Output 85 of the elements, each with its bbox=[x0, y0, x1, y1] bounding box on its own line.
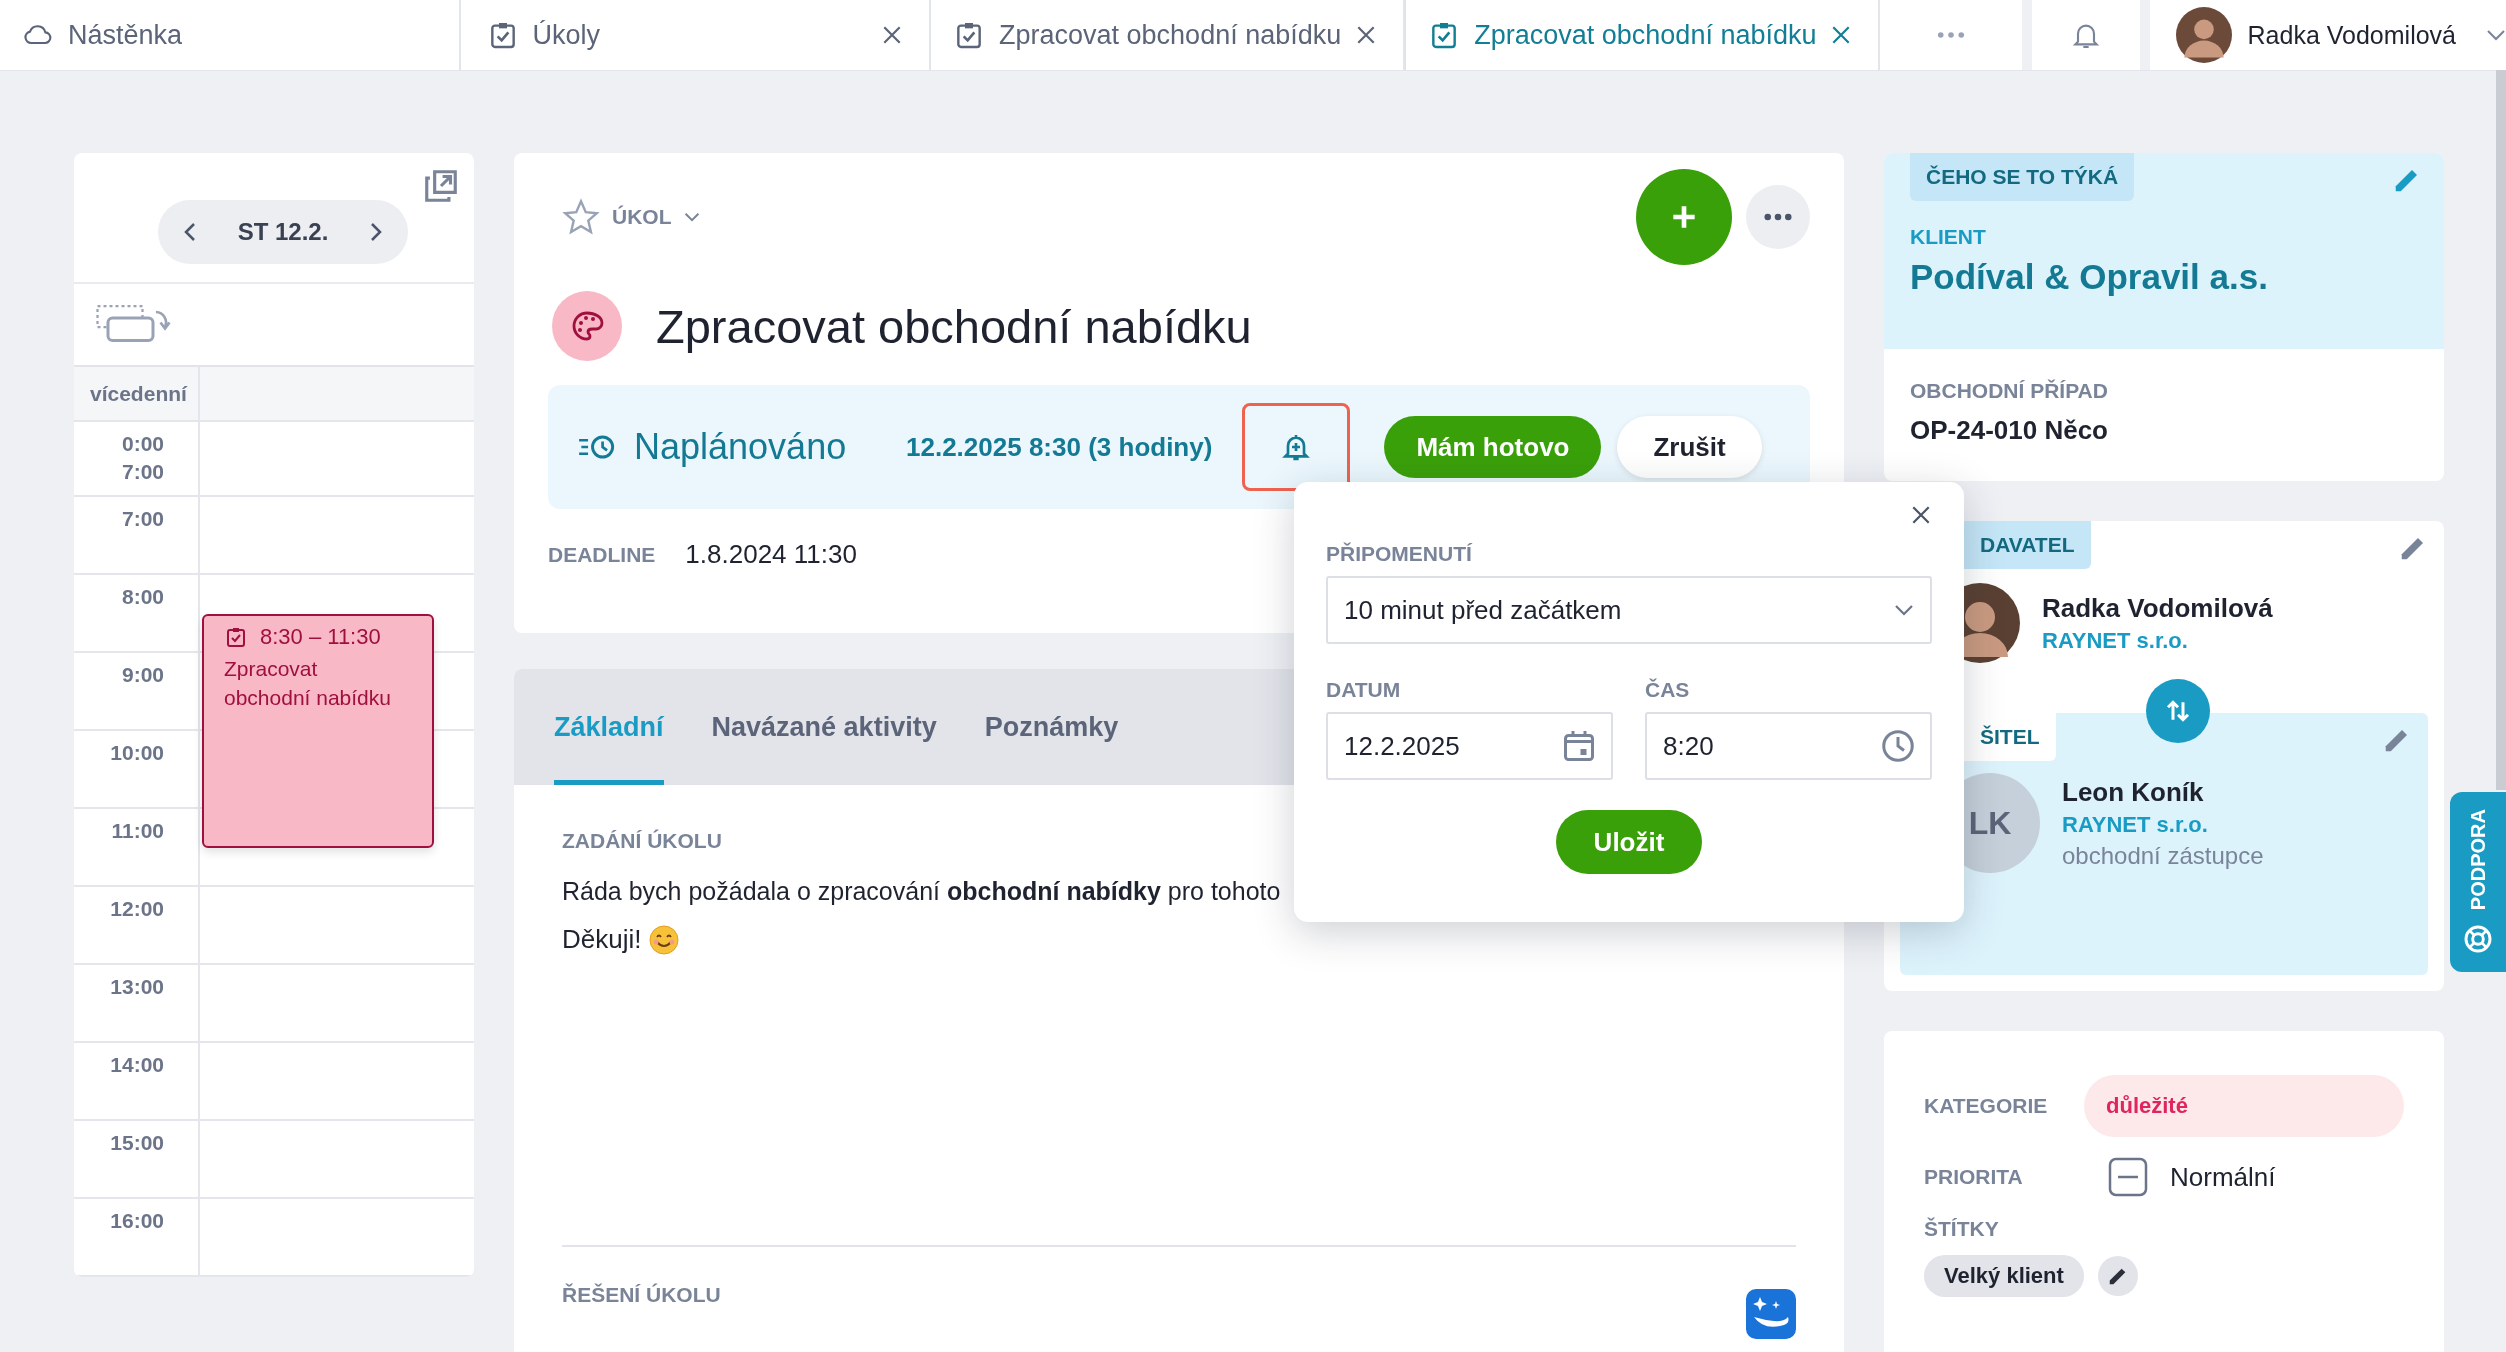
section-label: ŘEŠENÍ ÚKOLU bbox=[562, 1283, 721, 1307]
deadline-value: 1.8.2024 11:30 bbox=[685, 539, 857, 570]
user-name[interactable]: Radka Vodomilová bbox=[2247, 20, 2456, 50]
deadline-label: DEADLINE bbox=[548, 542, 656, 567]
clock-icon[interactable] bbox=[1880, 728, 1916, 764]
date-label: DATUM bbox=[1326, 678, 1402, 702]
person-role: obchodní zástupce bbox=[2062, 841, 2264, 870]
popout-icon[interactable] bbox=[422, 167, 460, 205]
tab[interactable]: Poznámky bbox=[984, 669, 1119, 785]
close-icon[interactable] bbox=[881, 24, 903, 46]
caret-icon[interactable] bbox=[683, 212, 700, 222]
company-name[interactable]: RAYNET s.r.o. bbox=[2042, 627, 2273, 654]
more-icon bbox=[1764, 213, 1792, 221]
client-label: KLIENT bbox=[1910, 225, 1987, 249]
section-tag: ČEHO SE TO TÝKÁ bbox=[1910, 153, 2135, 201]
close-icon[interactable] bbox=[1910, 504, 1932, 526]
hour-label: 9:00 bbox=[121, 662, 164, 688]
hour-label: 10:00 bbox=[110, 740, 164, 766]
time-field[interactable]: 8:20 bbox=[1645, 712, 1932, 780]
hour-label: 15:00 bbox=[110, 1130, 164, 1156]
cancel-button[interactable]: Zrušit bbox=[1617, 416, 1762, 478]
palette-icon bbox=[552, 291, 622, 361]
tab-label[interactable]: Úkoly bbox=[532, 19, 867, 51]
event-time: 8:30 – 11:30 bbox=[260, 624, 381, 650]
save-button[interactable]: Uložit bbox=[1555, 810, 1703, 874]
date-label: ST 12.2. bbox=[237, 218, 329, 247]
scrollbar[interactable] bbox=[2496, 70, 2506, 790]
calendar-event[interactable]: 8:30 – 11:30 Zpracovat obchodní nabídku bbox=[202, 614, 434, 848]
priority-value: Normální bbox=[2170, 1161, 2276, 1193]
tab[interactable]: Nástěnka bbox=[0, 0, 461, 70]
caret-icon bbox=[1894, 604, 1914, 616]
reminder-label: PŘIPOMENUTÍ bbox=[1326, 542, 1474, 566]
avatar-icon bbox=[2175, 7, 2232, 63]
caret-icon bbox=[2486, 29, 2506, 41]
hour-label: 11:00 bbox=[111, 818, 164, 844]
task-icon bbox=[224, 625, 248, 649]
priority-icon bbox=[2108, 1157, 2148, 1197]
hour-label: 14:00 bbox=[110, 1052, 164, 1078]
tab-label[interactable]: Zpracovat obchodní nabídku bbox=[999, 19, 1342, 51]
hour-label: 12:00 bbox=[110, 896, 164, 922]
priority-label: PRIORITA bbox=[1924, 1165, 2024, 1189]
client-name[interactable]: Podíval & Opravil a.s. bbox=[1910, 257, 2422, 297]
deal-value[interactable]: OP-24-010 Něco bbox=[1910, 415, 2418, 446]
tab[interactable]: Úkoly bbox=[460, 0, 931, 70]
ai-assistant-icon[interactable] bbox=[1746, 1289, 1796, 1339]
done-button[interactable]: Mám hotovo bbox=[1384, 416, 1602, 478]
deal-label: OBCHODNÍ PŘÍPAD bbox=[1910, 379, 2109, 403]
hour-label: 16:00 bbox=[110, 1208, 164, 1234]
tag-chip[interactable]: Velký klient bbox=[1924, 1255, 2084, 1297]
assignment-text: Ráda bych požádala o zpracování obchodní nabídky pro tohoto bbox=[562, 877, 1281, 906]
category-label: KATEGORIE bbox=[1924, 1094, 2049, 1118]
more-icon bbox=[1937, 31, 1966, 39]
star-icon[interactable] bbox=[562, 198, 600, 236]
hour-label: 13:00 bbox=[110, 974, 164, 1000]
person-name[interactable]: Leon Koník bbox=[2062, 776, 2264, 808]
date-field[interactable]: 12.2.2025 bbox=[1326, 712, 1613, 780]
hour-label: 8:00 bbox=[121, 584, 164, 610]
section-label: ZADÁNÍ ÚKOLU bbox=[562, 829, 722, 853]
status-label: Naplánováno bbox=[634, 426, 848, 468]
category-tag[interactable]: důležité bbox=[2084, 1075, 2404, 1137]
closing-text: Děkuji! bbox=[562, 924, 642, 955]
time-label: ČAS bbox=[1645, 678, 1691, 702]
tab-label[interactable]: Zpracovat obchodní nabídku bbox=[1474, 19, 1817, 51]
hour-label: 7:00 bbox=[121, 459, 164, 485]
schedule-time: 12.2.2025 8:30 (3 hodiny) bbox=[906, 431, 1213, 463]
smile-icon bbox=[649, 924, 680, 955]
type-dropdown[interactable]: ÚKOL bbox=[612, 205, 672, 229]
scheduled-icon bbox=[578, 433, 616, 461]
tab[interactable]: Navázané aktivity bbox=[711, 669, 937, 785]
task-title: Zpracovat obchodní nabídku bbox=[656, 298, 1252, 354]
tab[interactable]: Zpracovat obchodní nabídku bbox=[1405, 0, 1881, 70]
support-tab[interactable]: PODPORA bbox=[2450, 792, 2506, 972]
next-icon[interactable] bbox=[370, 222, 383, 243]
all-day-label: vícedenní bbox=[74, 367, 200, 420]
tags-label: ŠTÍTKY bbox=[1924, 1217, 2000, 1241]
reminder-select[interactable]: 10 minut před začátkem bbox=[1326, 576, 1932, 644]
hour-label: 7:00 bbox=[121, 506, 164, 532]
calendar-icon[interactable] bbox=[1561, 728, 1597, 764]
hour-label: 0:00 bbox=[121, 431, 164, 457]
previous-icon[interactable] bbox=[183, 222, 196, 243]
person-name[interactable]: Radka Vodomilová bbox=[2042, 592, 2273, 624]
event-title: Zpracovat obchodní nabídku bbox=[224, 656, 392, 711]
user-menu[interactable]: Radka Vodomilová bbox=[2149, 0, 2506, 70]
edit-tags-button[interactable] bbox=[2097, 1256, 2138, 1296]
tab-label[interactable]: Nástěnka bbox=[68, 19, 433, 51]
